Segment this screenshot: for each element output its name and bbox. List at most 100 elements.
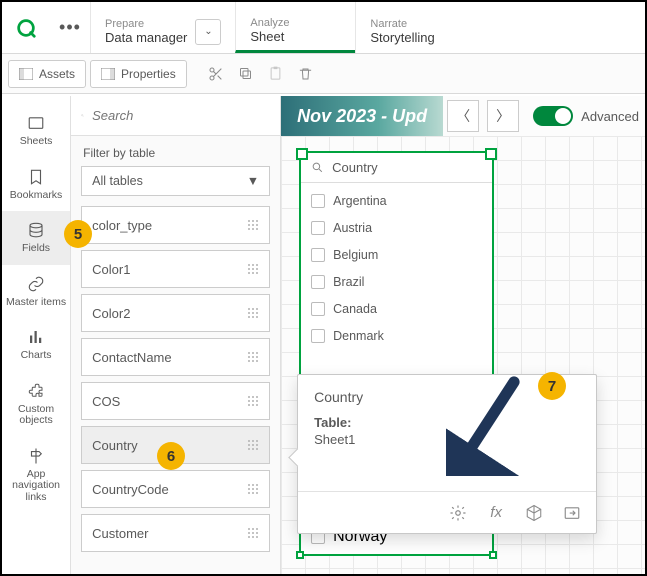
filterpane-header[interactable]: Country bbox=[301, 153, 492, 183]
rail-bookmarks[interactable]: Bookmarks bbox=[2, 158, 70, 212]
resize-handle[interactable] bbox=[296, 551, 304, 559]
fields-panel: Filter by table All tables ▼ color_type … bbox=[71, 96, 281, 574]
rail-nav-links[interactable]: App navigation links bbox=[2, 437, 70, 514]
field-label: Color2 bbox=[92, 306, 130, 321]
prepare-dropdown[interactable]: ⌄ bbox=[195, 19, 221, 45]
rail-custom-objects[interactable]: Custom objects bbox=[2, 372, 70, 437]
list-item[interactable]: Belgium bbox=[311, 243, 482, 266]
database-icon bbox=[27, 221, 45, 239]
fields-search-input[interactable] bbox=[92, 108, 270, 123]
step-marker-7: 7 bbox=[538, 372, 566, 400]
field-settings-button[interactable] bbox=[448, 503, 468, 523]
filterpane-list: Argentina Austria Belgium Brazil Canada … bbox=[301, 183, 492, 353]
field-item[interactable]: ContactName bbox=[81, 338, 270, 376]
field-item[interactable]: COS bbox=[81, 382, 270, 420]
chevron-left-icon: 〈 bbox=[456, 106, 470, 126]
global-menu-button[interactable]: ••• bbox=[50, 2, 90, 53]
assets-label: Assets bbox=[39, 67, 75, 81]
rail-charts[interactable]: Charts bbox=[2, 318, 70, 372]
sheet-title[interactable]: Nov 2023 - Upd bbox=[281, 96, 443, 136]
tab-prepare[interactable]: Prepare Data manager ⌄ bbox=[90, 2, 235, 53]
rail-masteritems-label: Master items bbox=[6, 297, 66, 309]
advanced-toggle[interactable] bbox=[533, 106, 573, 126]
panel-right-icon bbox=[101, 68, 115, 80]
field-label: ContactName bbox=[92, 350, 171, 365]
filterpane-title: Country bbox=[332, 160, 378, 175]
sheet-canvas[interactable]: Nov 2023 - Upd 〈 〉 Advanced Country Arge… bbox=[281, 96, 645, 574]
bar-chart-icon bbox=[27, 328, 45, 346]
sheets-icon bbox=[27, 114, 45, 132]
checkbox[interactable] bbox=[311, 329, 325, 343]
field-label: COS bbox=[92, 394, 120, 409]
puzzle-icon bbox=[27, 382, 45, 400]
drag-handle-icon[interactable] bbox=[247, 483, 259, 495]
rail-charts-label: Charts bbox=[21, 350, 52, 362]
tab-narrate-sub: Narrate bbox=[370, 18, 461, 30]
list-item[interactable]: Canada bbox=[311, 297, 482, 320]
drag-handle-icon[interactable] bbox=[247, 307, 259, 319]
properties-toggle[interactable]: Properties bbox=[90, 60, 187, 88]
checkbox[interactable] bbox=[311, 221, 325, 235]
step-marker-6: 6 bbox=[157, 442, 185, 470]
rail-master-items[interactable]: Master items bbox=[2, 265, 70, 319]
list-item-label: Argentina bbox=[333, 194, 387, 208]
copy-icon bbox=[238, 66, 253, 81]
field-item[interactable]: color_type bbox=[81, 206, 270, 244]
drag-handle-icon[interactable] bbox=[247, 219, 259, 231]
cut-button[interactable] bbox=[203, 61, 229, 87]
prev-sheet-button[interactable]: 〈 bbox=[447, 100, 479, 132]
rail-fields[interactable]: Fields bbox=[2, 211, 70, 265]
edit-toolbar: Assets Properties bbox=[2, 54, 645, 94]
delete-button[interactable] bbox=[293, 61, 319, 87]
gear-icon bbox=[449, 504, 467, 522]
filter-by-table-label: Filter by table bbox=[71, 136, 280, 166]
cube-button[interactable] bbox=[524, 503, 544, 523]
step-marker-5: 5 bbox=[64, 220, 92, 248]
tab-analyze-sub: Analyze bbox=[250, 17, 341, 29]
field-item[interactable]: CountryCode bbox=[81, 470, 270, 508]
chevron-down-icon: ⌄ bbox=[204, 26, 212, 37]
list-item[interactable]: Denmark bbox=[311, 324, 482, 347]
go-to-button[interactable] bbox=[562, 503, 582, 523]
search-icon bbox=[311, 161, 324, 174]
resize-handle[interactable] bbox=[489, 551, 497, 559]
advanced-toggle-wrap: Advanced bbox=[523, 106, 645, 126]
qlik-logo-icon bbox=[15, 17, 37, 39]
drag-handle-icon[interactable] bbox=[247, 395, 259, 407]
list-item-label: Austria bbox=[333, 221, 372, 235]
fields-list: color_type Color1 Color2 ContactName COS… bbox=[71, 206, 280, 574]
rail-sheets[interactable]: Sheets bbox=[2, 104, 70, 158]
field-item[interactable]: Customer bbox=[81, 514, 270, 552]
tables-dropdown[interactable]: All tables ▼ bbox=[81, 166, 270, 196]
fx-icon: fx bbox=[490, 504, 502, 521]
list-item[interactable]: Austria bbox=[311, 216, 482, 239]
copy-button[interactable] bbox=[233, 61, 259, 87]
panel-left-icon bbox=[19, 68, 33, 80]
drag-handle-icon[interactable] bbox=[247, 351, 259, 363]
field-label: Customer bbox=[92, 526, 148, 541]
tab-narrate[interactable]: Narrate Storytelling bbox=[355, 2, 475, 53]
fields-search[interactable] bbox=[71, 96, 280, 136]
list-item[interactable]: Argentina bbox=[311, 189, 482, 212]
link-icon bbox=[27, 275, 45, 293]
assets-toggle[interactable]: Assets bbox=[8, 60, 86, 88]
search-icon bbox=[81, 108, 84, 123]
expression-button[interactable]: fx bbox=[486, 503, 506, 523]
tables-dropdown-value: All tables bbox=[92, 174, 143, 188]
drag-handle-icon[interactable] bbox=[247, 439, 259, 451]
sheet-header: Nov 2023 - Upd 〈 〉 Advanced bbox=[281, 96, 645, 136]
rail-sheets-label: Sheets bbox=[20, 136, 53, 148]
checkbox[interactable] bbox=[311, 302, 325, 316]
next-sheet-button[interactable]: 〉 bbox=[487, 100, 519, 132]
bookmark-icon bbox=[27, 168, 45, 186]
drag-handle-icon[interactable] bbox=[247, 263, 259, 275]
checkbox[interactable] bbox=[311, 275, 325, 289]
app-logo[interactable] bbox=[2, 2, 50, 53]
checkbox[interactable] bbox=[311, 194, 325, 208]
list-item[interactable]: Brazil bbox=[311, 270, 482, 293]
checkbox[interactable] bbox=[311, 248, 325, 262]
drag-handle-icon[interactable] bbox=[247, 527, 259, 539]
tab-analyze[interactable]: Analyze Sheet bbox=[235, 2, 355, 53]
field-item[interactable]: Color2 bbox=[81, 294, 270, 332]
field-item[interactable]: Color1 bbox=[81, 250, 270, 288]
